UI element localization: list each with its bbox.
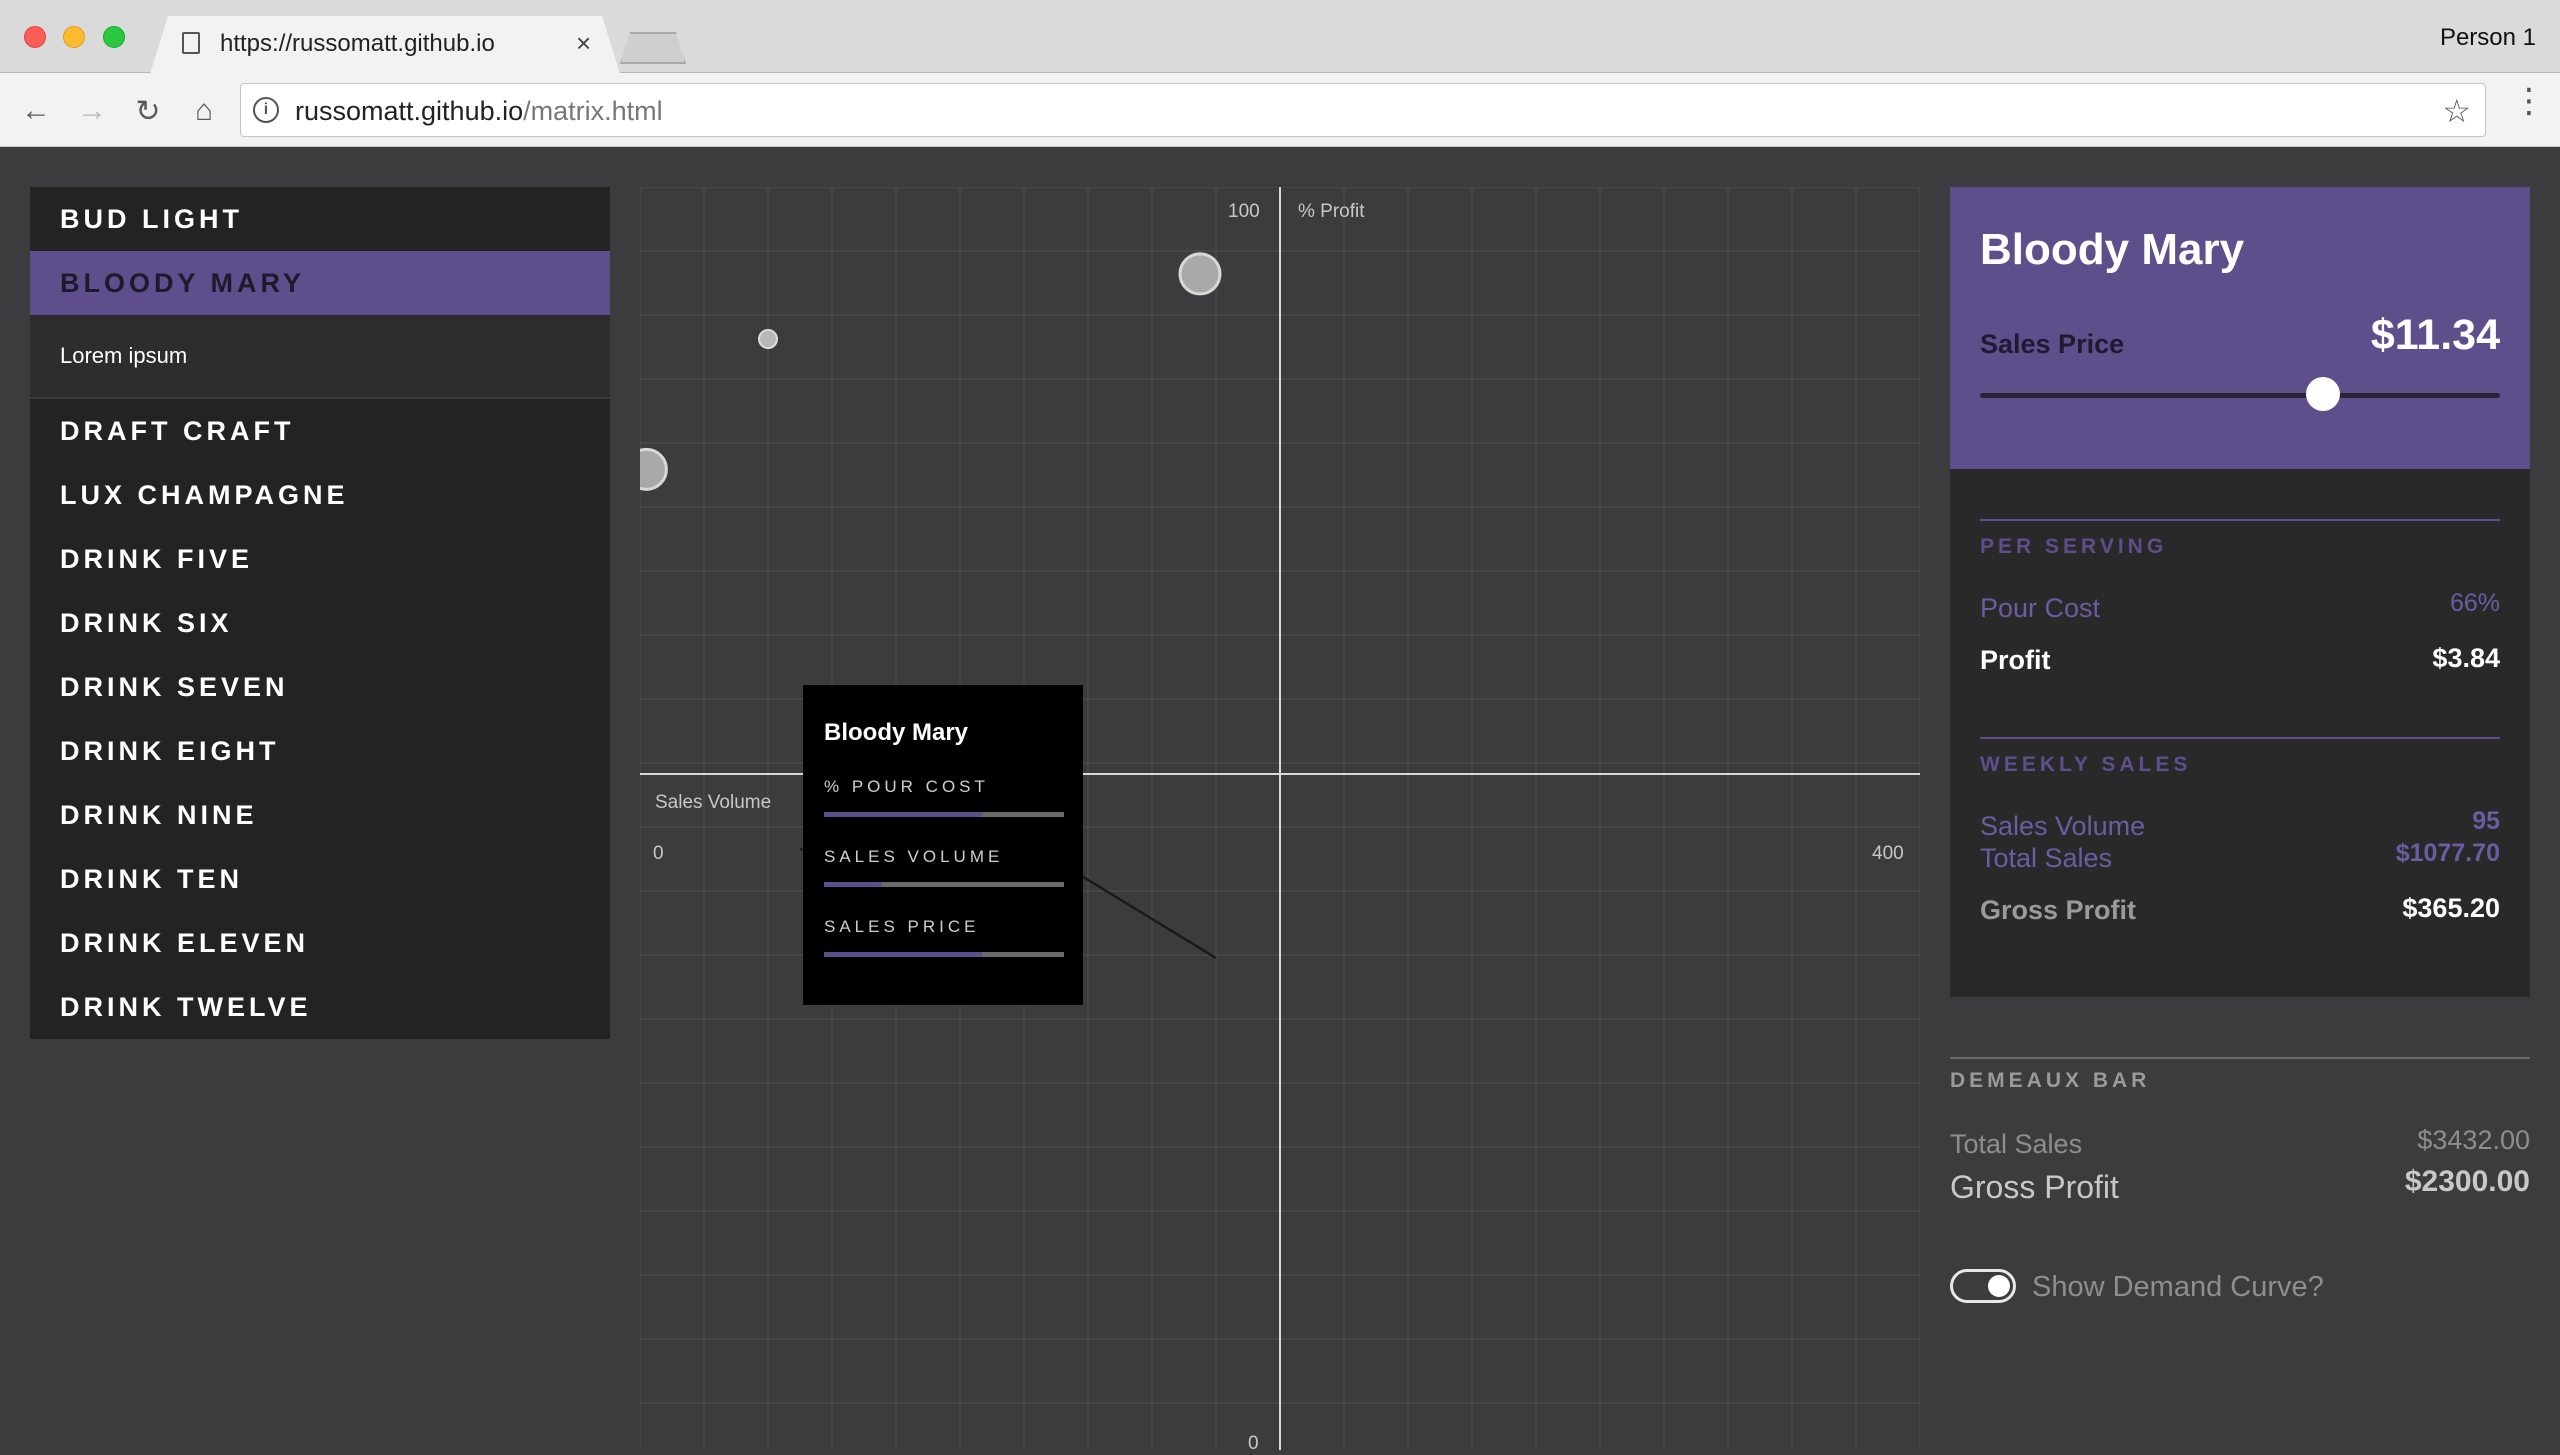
profile-button[interactable]: Person 1 <box>2440 24 2536 52</box>
bar-total-sales-value: $3432.00 <box>2417 1125 2530 1155</box>
panel-header: Bloody Mary Sales Price $11.34 <box>1950 187 2530 469</box>
profit-label: Profit <box>1980 645 2051 675</box>
bar-gross-profit-value: $2300.00 <box>2404 1165 2530 1198</box>
toggle-knob[interactable] <box>1988 1275 2010 1297</box>
back-icon[interactable]: ← <box>16 91 56 131</box>
tooltip-sales-volume-bar <box>824 882 1064 887</box>
tab-title[interactable]: https://russomatt.github.io <box>220 30 495 58</box>
pour-cost-value: 66% <box>2449 589 2500 617</box>
tooltip-bar-fill <box>824 952 983 957</box>
drink-list-item[interactable]: DRINK TEN <box>30 847 610 911</box>
tooltip-bar-fill <box>824 882 882 887</box>
demand-curve-toggle-label[interactable]: Show Demand Curve? <box>2032 1271 2324 1304</box>
info-icon[interactable]: i <box>253 97 279 123</box>
drink-list-item[interactable]: BLOODY MARY <box>30 251 610 315</box>
y-axis-max-label: 100 <box>1228 201 1260 222</box>
bar-summary: DEMEAUX BAR Total Sales $3432.00 Gross P… <box>1950 1057 2530 1307</box>
drink-list-item[interactable]: DRINK SIX <box>30 591 610 655</box>
x-axis-max-label: 400 <box>1872 843 1904 864</box>
divider <box>1980 519 2500 521</box>
window-maximize-button[interactable] <box>103 26 125 48</box>
drink-point <box>1178 252 1222 296</box>
divider <box>1950 1057 2530 1059</box>
url-path: /matrix.html <box>523 96 663 126</box>
x-axis-label: Sales Volume <box>655 792 772 813</box>
home-icon[interactable]: ⌂ <box>184 91 224 131</box>
pour-cost-label: Pour Cost <box>1980 593 2101 623</box>
drink-point <box>758 329 778 350</box>
drink-list-item[interactable]: DRINK EIGHT <box>30 719 610 783</box>
bar-gross-profit-label: Gross Profit <box>1950 1169 2119 1205</box>
panel-stats: PER SERVING Pour Cost 66% Profit $3.84 W… <box>1950 469 2530 997</box>
drink-list-item[interactable]: DRINK FIVE <box>30 527 610 591</box>
per-serving-title: PER SERVING <box>1980 535 2168 558</box>
drink-list-item[interactable]: DRINK ELEVEN <box>30 911 610 975</box>
drink-list-item[interactable]: DRAFT CRAFT <box>30 399 610 463</box>
panel-title: Bloody Mary <box>1980 225 2245 274</box>
sales-price-value: $11.34 <box>2370 311 2500 359</box>
tooltip-sales-price-bar <box>824 952 1064 957</box>
tooltip-title: Bloody Mary <box>824 719 969 746</box>
drink-list-item[interactable]: BUD LIGHT <box>30 187 610 251</box>
y-axis-min-label: 0 <box>1248 1433 1259 1454</box>
total-sales-value: $1077.70 <box>2395 839 2500 867</box>
sales-price-label: Sales Price <box>1980 329 2125 359</box>
tab-strip: https://russomatt.github.io × Person 1 <box>0 0 2560 74</box>
sales-volume-value: 95 <box>2472 807 2500 835</box>
y-axis-label: % Profit <box>1298 201 1365 222</box>
gross-profit-label: Gross Profit <box>1980 895 2137 925</box>
window-close-button[interactable] <box>24 26 46 48</box>
forward-icon[interactable]: → <box>72 91 112 131</box>
tooltip-metric-label: % POUR COST <box>824 777 989 796</box>
bookmark-star-icon[interactable]: ☆ <box>2442 92 2471 130</box>
drink-list-item-detail: Lorem ipsum <box>30 315 610 399</box>
reload-icon[interactable]: ↻ <box>128 91 168 131</box>
total-sales-label: Total Sales <box>1980 843 2113 873</box>
window-minimize-button[interactable] <box>63 26 85 48</box>
profit-value: $3.84 <box>2432 643 2500 673</box>
sales-volume-label: Sales Volume <box>1980 811 2146 841</box>
drink-point <box>640 447 668 491</box>
bar-total-sales-label: Total Sales <box>1950 1129 2083 1159</box>
sales-price-slider-thumb[interactable] <box>2306 377 2341 411</box>
drink-list-item[interactable]: DRINK SEVEN <box>30 655 610 719</box>
drink-list-item[interactable]: DRINK TWELVE <box>30 975 610 1039</box>
bar-name: DEMEAUX BAR <box>1950 1069 2151 1092</box>
gross-profit-value: $365.20 <box>2402 893 2500 923</box>
tooltip-metric-label: SALES VOLUME <box>824 847 1004 866</box>
url-host: russomatt.github.io <box>295 96 524 126</box>
page: BUD LIGHT BLOODY MARY Lorem ipsum DRAFT CRA… <box>0 147 2560 1454</box>
tab-close-icon[interactable]: × <box>576 28 591 59</box>
divider <box>1980 737 2500 739</box>
url-text[interactable]: russomatt.github.io/matrix.html <box>295 96 663 127</box>
weekly-sales-title: WEEKLY SALES <box>1980 753 2192 776</box>
browser-toolbar: ← → ↻ ⌂ i russomatt.github.io/matrix.htm… <box>0 73 2560 147</box>
new-tab-button[interactable] <box>620 32 686 64</box>
tooltip-bar-fill <box>824 812 983 817</box>
sales-price-slider[interactable] <box>1980 393 2500 398</box>
tooltip-metric-label: SALES PRICE <box>824 917 980 936</box>
x-axis-min-label: 0 <box>653 843 664 864</box>
drink-tooltip: Bloody Mary % POUR COST SALES VOLUME SAL… <box>803 685 1083 1005</box>
address-bar[interactable]: i russomatt.github.io/matrix.html ☆ <box>240 83 2486 137</box>
browser-menu-icon[interactable]: ⋮ <box>2512 84 2546 118</box>
drink-list-item[interactable]: DRINK NINE <box>30 783 610 847</box>
drink-list: BUD LIGHT BLOODY MARY Lorem ipsum DRAFT CRA… <box>30 187 610 1039</box>
demand-curve-toggle[interactable] <box>1950 1269 2016 1303</box>
page-icon <box>182 32 200 54</box>
drink-list-item[interactable]: LUX CHAMPAGNE <box>30 463 610 527</box>
tooltip-pour-cost-bar <box>824 812 1064 817</box>
drink-detail-panel: Bloody Mary Sales Price $11.34 PER SERVI… <box>1950 187 2530 997</box>
